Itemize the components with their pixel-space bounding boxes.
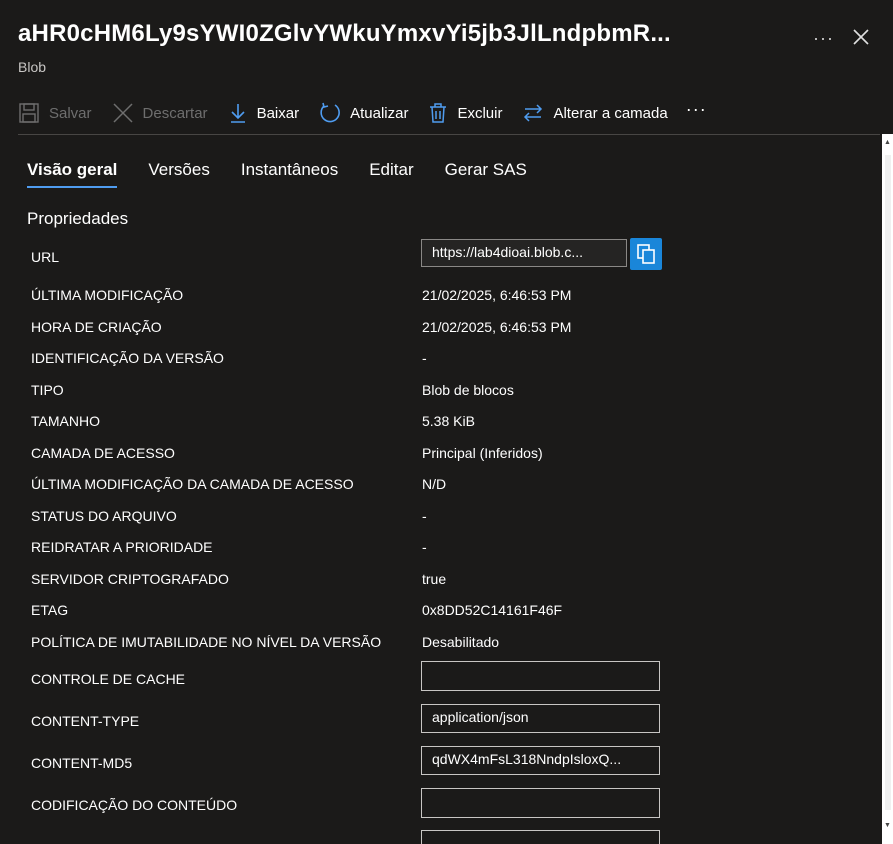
property-label: CONTROLE DE CACHE: [31, 671, 186, 687]
property-label: POLÍTICA DE IMUTABILIDADE NO NÍVEL DA VE…: [31, 634, 382, 650]
property-value: -: [422, 508, 427, 524]
property-label: ÚLTIMA MODIFICAÇÃO DA CAMADA DE ACESSO: [31, 476, 354, 492]
cache-control-input[interactable]: [421, 661, 660, 691]
next-field-input[interactable]: [421, 830, 660, 844]
property-row: POLÍTICA DE IMUTABILIDADE NO NÍVEL DA VE…: [31, 634, 671, 658]
property-row: IDENTIFICAÇÃO DA VERSÃO -: [31, 350, 671, 374]
tab-versions[interactable]: Versões: [148, 160, 209, 188]
download-icon: [230, 104, 245, 123]
property-row: TIPO Blob de blocos: [31, 382, 671, 406]
refresh-label: Atualizar: [350, 104, 409, 122]
property-value: Principal (Inferidos): [422, 445, 543, 461]
property-value: -: [422, 539, 427, 555]
property-row: ÚLTIMA MODIFICAÇÃO 21/02/2025, 6:46:53 P…: [31, 287, 671, 311]
property-label: ETAG: [31, 602, 69, 618]
content-md5-input[interactable]: qdWX4mFsL318NndpIsloxQ...: [421, 746, 660, 775]
toolbar-more-icon[interactable]: ···: [686, 99, 707, 120]
property-row: STATUS DO ARQUIVO -: [31, 508, 671, 532]
property-row: SERVIDOR CRIPTOGRAFADO true: [31, 571, 671, 595]
tab-bar: Visão geral Versões Instantâneos Editar …: [27, 160, 558, 188]
property-value: 21/02/2025, 6:46:53 PM: [422, 319, 572, 335]
tab-overview[interactable]: Visão geral: [27, 160, 118, 188]
content-type-input[interactable]: application/json: [421, 704, 660, 733]
property-value: 0x8DD52C14161F46F: [422, 602, 563, 618]
scroll-down-icon[interactable]: ▼: [884, 822, 891, 829]
property-label: TAMANHO: [31, 413, 100, 429]
property-value: Desabilitado: [422, 634, 500, 650]
change-tier-label: Alterar a camada: [553, 104, 668, 122]
copy-url-button[interactable]: [630, 238, 662, 270]
change-tier-button[interactable]: Alterar a camada: [522, 102, 668, 124]
command-bar: Salvar Descartar Baixar Atualizar Exclui…: [18, 96, 707, 130]
property-label: IDENTIFICAÇÃO DA VERSÃO: [31, 350, 224, 366]
tab-snapshots[interactable]: Instantâneos: [241, 160, 338, 188]
property-label: CONTENT-MD5: [31, 755, 133, 771]
discard-icon: [113, 103, 133, 123]
scrollbar-thumb[interactable]: [885, 155, 891, 810]
refresh-icon: [320, 102, 340, 123]
download-button[interactable]: Baixar: [228, 102, 300, 124]
header-more-icon[interactable]: ···: [813, 28, 834, 49]
discard-button[interactable]: Descartar: [112, 102, 208, 124]
property-row: HORA DE CRIAÇÃO 21/02/2025, 6:46:53 PM: [31, 319, 671, 343]
tab-edit[interactable]: Editar: [369, 160, 413, 188]
toolbar-divider: [18, 134, 880, 135]
property-row: CAMADA DE ACESSO Principal (Inferidos): [31, 445, 671, 469]
property-label: URL: [31, 249, 60, 265]
delete-icon: [430, 103, 447, 123]
property-value: -: [422, 350, 427, 366]
save-icon: [19, 103, 39, 123]
copy-icon: [637, 244, 655, 264]
property-label: HORA DE CRIAÇÃO: [31, 319, 162, 335]
property-label: CAMADA DE ACESSO: [31, 445, 175, 461]
delete-button[interactable]: Excluir: [428, 102, 502, 124]
property-label: REIDRATAR A PRIORIDADE: [31, 539, 213, 555]
swap-icon: [524, 104, 543, 122]
close-icon[interactable]: [850, 26, 872, 48]
property-row: REIDRATAR A PRIORIDADE -: [31, 539, 671, 563]
property-value: true: [422, 571, 447, 587]
blade-subtitle: Blob: [18, 59, 47, 75]
tab-generate-sas[interactable]: Gerar SAS: [445, 160, 527, 188]
property-label: CONTENT-TYPE: [31, 713, 140, 729]
content-encoding-input[interactable]: [421, 788, 660, 818]
property-label: ÚLTIMA MODIFICAÇÃO: [31, 287, 184, 303]
property-value: N/D: [422, 476, 447, 492]
delete-label: Excluir: [457, 104, 503, 122]
property-row: ETAG 0x8DD52C14161F46F: [31, 602, 671, 626]
property-value: 5.38 KiB: [422, 413, 475, 429]
download-label: Baixar: [256, 104, 300, 122]
property-value: Blob de blocos: [422, 382, 514, 398]
refresh-button[interactable]: Atualizar: [319, 102, 408, 124]
property-label: SERVIDOR CRIPTOGRAFADO: [31, 571, 229, 587]
discard-label: Descartar: [142, 104, 208, 122]
property-row: ÚLTIMA MODIFICAÇÃO DA CAMADA DE ACESSO N…: [31, 476, 671, 500]
scroll-up-icon[interactable]: ▲: [884, 139, 891, 146]
blade-title: aHR0cHM6Ly9sYWI0ZGlvYWkuYmxvYi5jb3JlLndp…: [18, 20, 671, 47]
url-field[interactable]: https://lab4dioai.blob.c...: [421, 239, 627, 267]
property-value: 21/02/2025, 6:46:53 PM: [422, 287, 572, 303]
save-label: Salvar: [49, 104, 92, 122]
section-title: Propriedades: [27, 209, 129, 228]
property-label: TIPO: [31, 382, 64, 398]
save-button[interactable]: Salvar: [18, 102, 92, 124]
property-label: STATUS DO ARQUIVO: [31, 508, 177, 524]
property-label: CODIFICAÇÃO DO CONTEÚDO: [31, 797, 238, 813]
property-row: TAMANHO 5.38 KiB: [31, 413, 671, 437]
